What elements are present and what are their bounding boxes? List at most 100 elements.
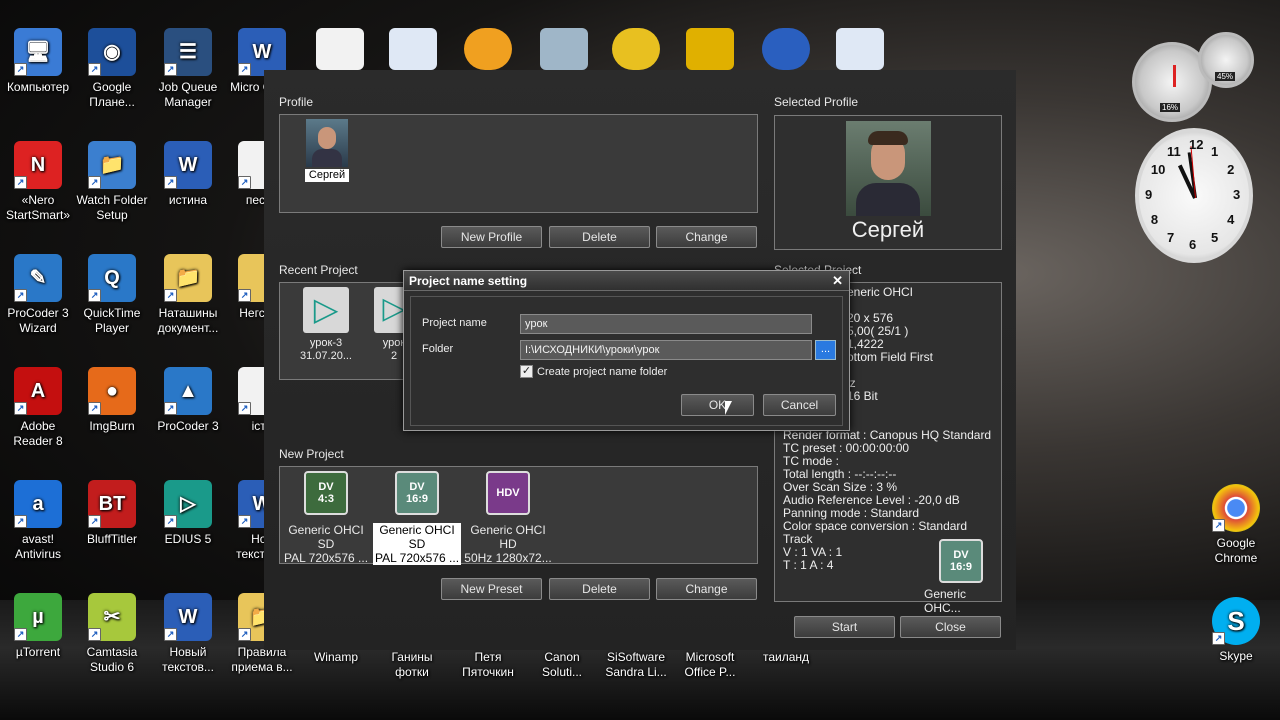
memory-gauge[interactable]: 45%	[1198, 32, 1254, 88]
memory-percent: 45%	[1215, 72, 1236, 81]
desktop-icon[interactable]: ▷ ↗ EDIUS 5	[150, 480, 226, 547]
shortcut-arrow-icon: ↗	[164, 176, 177, 189]
desktop-icon-label[interactable]: Microsoft Office P...	[672, 650, 748, 680]
orange-app-icon[interactable]	[464, 28, 512, 70]
desktop-app-icon: 🖥 ↗	[14, 28, 62, 76]
desktop-icon[interactable]: ✂ ↗ Camtasia Studio 6	[74, 593, 150, 675]
ok-button[interactable]: OK	[681, 394, 754, 416]
mouse-cursor-icon	[725, 401, 732, 415]
change-profile-button[interactable]: Change	[656, 226, 757, 248]
desktop-icon-label[interactable]: Winamp	[298, 650, 374, 665]
shortcut-arrow-icon: ↗	[238, 176, 251, 189]
desktop-icon-label[interactable]: Петя Пяточкин	[450, 650, 526, 680]
document-icon[interactable]	[316, 28, 364, 70]
desktop-icon-chrome[interactable]: ↗ Google Chrome	[1198, 484, 1274, 566]
recent-project-item[interactable]: ▷ урок-3 31.07.20...	[298, 287, 354, 363]
desktop-icon[interactable]: µ ↗ µTorrent	[0, 593, 76, 660]
desktop-icon-label: Компьютер	[6, 80, 70, 94]
shortcut-arrow-icon: ↗	[14, 515, 27, 528]
desktop-icon-label: Google Плане...	[89, 80, 135, 109]
shortcut-arrow-icon: ↗	[88, 63, 101, 76]
word-document-icon[interactable]	[389, 28, 437, 70]
desktop-icon[interactable]: A ↗ Adobe Reader 8	[0, 367, 76, 449]
create-folder-checkbox[interactable]: ✓	[520, 365, 533, 378]
desktop-icon[interactable]: 📁 ↗ Наташины документ...	[150, 254, 226, 336]
profile-panel: Сергей	[279, 114, 758, 213]
new-profile-button[interactable]: New Profile	[441, 226, 542, 248]
desktop-icon-label: Adobe Reader 8	[13, 419, 63, 448]
preset-item[interactable]: DV 4:3 Generic OHCI SD PAL 720x576 ...	[282, 471, 370, 565]
close-button[interactable]: Close	[900, 616, 1001, 638]
change-preset-button[interactable]: Change	[656, 578, 757, 600]
clock-number: 3	[1233, 187, 1241, 202]
desktop-icon[interactable]: 📁 ↗ Watch Folder Setup	[74, 141, 150, 223]
desktop-app-icon: W ↗	[164, 141, 212, 189]
chrome-icon: ↗	[1212, 484, 1260, 532]
browse-folder-button[interactable]: ...	[815, 340, 836, 360]
clock-number: 11	[1167, 143, 1181, 159]
media-player-icon[interactable]	[612, 28, 660, 70]
desktop-icon[interactable]: N ↗ «Nero StartSmart»	[0, 141, 76, 223]
shortcut-arrow-icon: ↗	[164, 628, 177, 641]
preset-format-icon: DV 4:3	[304, 471, 348, 515]
desktop-icon[interactable]: 🖥 ↗ Компьютер	[0, 28, 76, 95]
delete-profile-button[interactable]: Delete	[549, 226, 650, 248]
desktop-icon[interactable]: ✎ ↗ ProCoder 3 Wizard	[0, 254, 76, 336]
desktop-icon[interactable]: ▲ ↗ ProCoder 3	[150, 367, 226, 434]
desktop-icon-label[interactable]: таиланд	[748, 650, 824, 665]
shortcut-arrow-icon: ↗	[88, 628, 101, 641]
close-icon[interactable]: ✕	[832, 271, 843, 291]
desktop-app-icon: µ ↗	[14, 593, 62, 641]
shortcut-arrow-icon: ↗	[14, 402, 27, 415]
desktop-icon-label: QuickTime Player	[83, 306, 141, 335]
clock-number: 8	[1150, 212, 1159, 227]
desktop-app-icon: 📁 ↗	[164, 254, 212, 302]
desktop-icon-label[interactable]: SiSoftware Sandra Li...	[598, 650, 674, 680]
desktop-app-icon: W ↗	[238, 28, 286, 76]
desktop-icon[interactable]: ◉ ↗ Google Плане...	[74, 28, 150, 110]
delete-preset-button[interactable]: Delete	[549, 578, 650, 600]
project-name-setting-dialog: Project name setting ✕ Project name урок…	[403, 270, 850, 431]
desktop-icon[interactable]: W ↗ истина	[150, 141, 226, 208]
desktop-icon[interactable]: BT ↗ BluffTitler	[74, 480, 150, 547]
desktop-icon-label: Наташины документ...	[157, 306, 219, 335]
clock-number: 5	[1211, 230, 1219, 246]
desktop-icon[interactable]: W ↗ Новый текстов...	[150, 593, 226, 675]
desktop-icon-label: Skype	[1219, 649, 1253, 663]
preset-caption: Generic OHCI HD 50Hz 1280x72...	[464, 523, 552, 565]
desktop-icon[interactable]: ☰ ↗ Job Queue Manager	[150, 28, 226, 110]
winamp-style-icon[interactable]	[686, 28, 734, 70]
profile-item[interactable]: Сергей	[305, 119, 349, 182]
analog-clock[interactable]: 12 1 2 3 4 5 6 7 8 9 10 11	[1135, 128, 1253, 263]
dialog-title-bar: Project name setting ✕	[404, 271, 849, 291]
desktop-icon-label[interactable]: Canon Soluti...	[524, 650, 600, 680]
cancel-button[interactable]: Cancel	[763, 394, 836, 416]
desktop-icon[interactable]: ● ↗ ImgBurn	[74, 367, 150, 434]
desktop-icon-label: Google Chrome	[1214, 536, 1258, 565]
preset-item[interactable]: HDV Generic OHCI HD 50Hz 1280x72...	[464, 471, 552, 565]
preset-item[interactable]: DV 16:9 Generic OHCI SD PAL 720x576 ...	[373, 471, 461, 565]
folder-input[interactable]: I:\ИСХОДНИКИ\уроки\урок	[520, 340, 812, 360]
selected-project-info-line: 16 Bit	[847, 389, 878, 403]
globe-app-icon[interactable]	[762, 28, 810, 70]
start-button[interactable]: Start	[794, 616, 895, 638]
dialog-body: Project name урок Folder I:\ИСХОДНИКИ\ур…	[410, 296, 843, 426]
preset-format-icon: HDV	[486, 471, 530, 515]
project-name-input[interactable]: урок	[520, 314, 812, 334]
desktop-icon[interactable]: a ↗ avast! Antivirus	[0, 480, 76, 562]
desktop-icon-label: ProCoder 3	[157, 419, 219, 433]
shortcut-arrow-icon: ↗	[164, 289, 177, 302]
desktop-icon-skype[interactable]: S ↗ Skype	[1198, 597, 1274, 664]
selected-project-info-line: ottom Field First	[847, 350, 934, 364]
desktop-icon-label[interactable]: Ганины фотки	[374, 650, 450, 680]
desktop-icon-label: истина	[168, 193, 208, 207]
shortcut-arrow-icon: ↗	[238, 515, 251, 528]
word-document-icon[interactable]	[836, 28, 884, 70]
recycle-bin-icon[interactable]	[540, 28, 588, 70]
desktop-app-icon: Q ↗	[88, 254, 136, 302]
selected-project-thumb-caption: Generic OHC...	[924, 587, 967, 615]
new-preset-button[interactable]: New Preset	[441, 578, 542, 600]
desktop-icon[interactable]: Q ↗ QuickTime Player	[74, 254, 150, 336]
shortcut-arrow-icon: ↗	[14, 176, 27, 189]
preset-caption: Generic OHCI SD PAL 720x576 ...	[283, 523, 369, 565]
